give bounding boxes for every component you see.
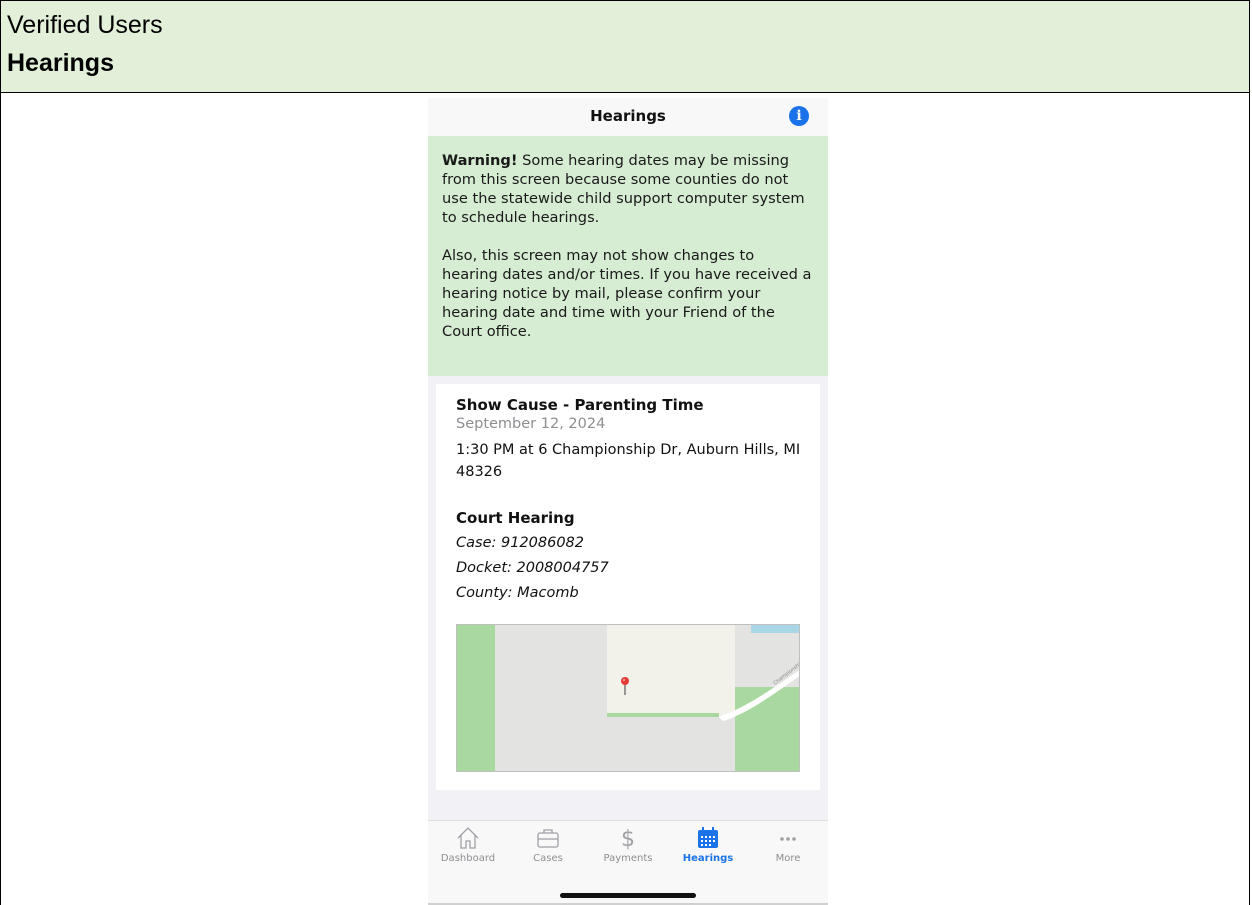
hearing-date: September 12, 2024	[456, 416, 606, 432]
more-icon	[780, 837, 796, 841]
tab-label-more: More	[775, 853, 801, 864]
building-area	[607, 625, 735, 717]
docket-number: Docket: 2008004757	[456, 560, 609, 576]
home-icon	[457, 827, 479, 849]
tab-label-hearings: Hearings	[682, 853, 734, 864]
tab-hearings[interactable]: Hearings	[668, 825, 748, 864]
calendar-icon	[698, 827, 718, 848]
document-header: Verified Users Hearings	[0, 0, 1250, 93]
tab-more[interactable]: More	[748, 825, 828, 864]
briefcase-icon	[537, 829, 559, 848]
tab-dashboard[interactable]: Dashboard	[428, 825, 508, 864]
home-indicator[interactable]	[560, 893, 696, 898]
navigation-bar: Hearings i	[428, 98, 828, 136]
green-area-left	[457, 625, 495, 771]
hearing-title: Show Cause - Parenting Time	[456, 396, 704, 414]
green-strip	[607, 713, 719, 717]
tab-label-payments: Payments	[603, 853, 653, 864]
case-number: Case: 912086082	[456, 535, 585, 551]
hearing-type: Court Hearing	[456, 509, 575, 527]
dollar-icon: $	[621, 827, 635, 851]
warning-text-2: Also, this screen may not show changes t…	[442, 247, 812, 340]
warning-label: Warning!	[442, 152, 518, 169]
warning-banner: Warning! Some hearing dates may be missi…	[428, 136, 828, 376]
water-area	[751, 625, 799, 633]
section-label: Verified Users	[7, 11, 163, 39]
hearing-time-location: 1:30 PM at 6 Championship Dr, Auburn Hil…	[456, 442, 801, 480]
location-map[interactable]: Championship Dr	[456, 624, 800, 772]
tab-label-cases: Cases	[533, 853, 563, 864]
map-graphic: Championship Dr	[457, 625, 799, 771]
svg-text:$: $	[621, 827, 635, 851]
info-icon[interactable]: i	[789, 106, 809, 126]
nav-title: Hearings	[590, 107, 666, 125]
green-area-right	[735, 687, 799, 771]
county: County: Macomb	[456, 585, 579, 601]
document-title: Hearings	[7, 49, 114, 77]
warning-paragraph-1: Warning! Some hearing dates may be missi…	[442, 151, 814, 227]
hearing-card[interactable]: Show Cause - Parenting Time September 12…	[436, 384, 820, 790]
tab-payments[interactable]: $ Payments	[588, 825, 668, 864]
tab-label-dashboard: Dashboard	[440, 853, 496, 864]
tab-cases[interactable]: Cases	[508, 825, 588, 864]
phone-screen: Hearings i Warning! Some hearing dates m…	[428, 98, 828, 905]
